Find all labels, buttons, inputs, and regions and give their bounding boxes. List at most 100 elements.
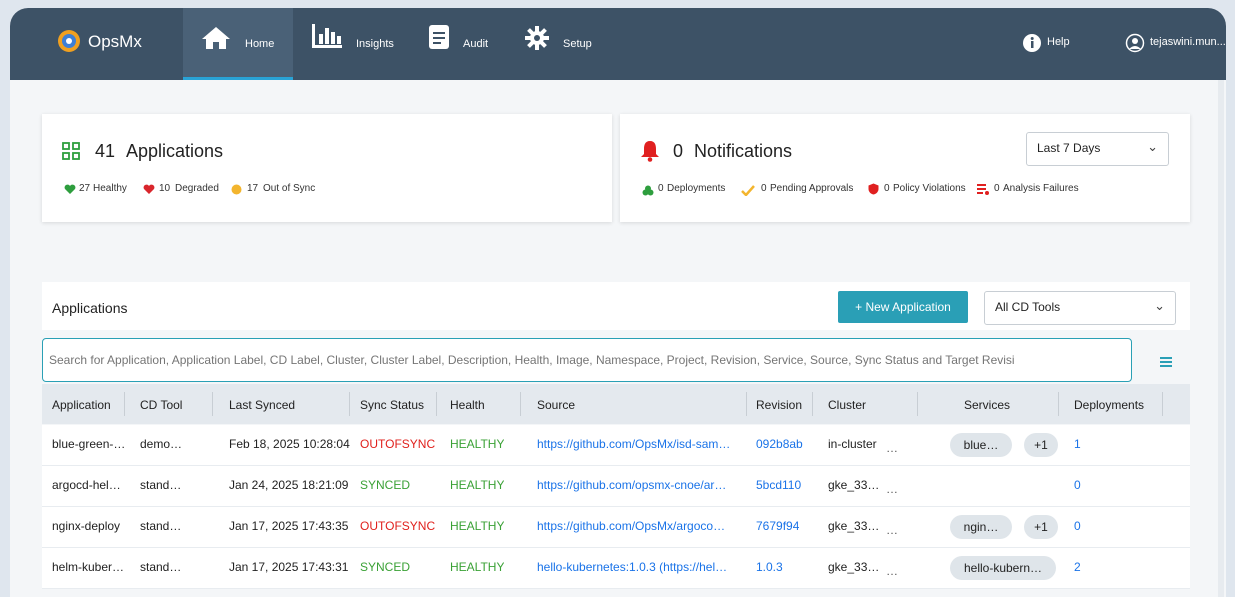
chevron-down-icon: ⌄ (1147, 139, 1158, 154)
date-range-select[interactable]: Last 7 Days ⌄ (1026, 132, 1169, 166)
tab-setup[interactable]: Setup (525, 8, 610, 80)
cluster-more[interactable]: … (886, 523, 898, 537)
table-row[interactable]: nginx-deploy stand… Jan 17, 2025 17:43:3… (42, 507, 1190, 548)
column-divider[interactable] (124, 392, 125, 416)
tab-insights[interactable]: Insights (310, 8, 405, 80)
revision-link[interactable]: 5bcd110 (756, 478, 801, 492)
column-divider[interactable] (1058, 392, 1059, 416)
column-header-source[interactable]: Source (537, 398, 575, 412)
source-link[interactable]: https://github.com/OpsMx/argoco… (537, 519, 725, 533)
deployments-link[interactable]: 2 (1074, 560, 1081, 574)
cluster-cell: gke_33… (828, 519, 880, 533)
deployments-link[interactable]: 0 (1074, 519, 1081, 533)
column-header-cluster[interactable]: Cluster (828, 398, 866, 412)
bar-chart-icon (312, 24, 342, 53)
applications-section-header: Applications + New Application All CD To… (42, 282, 1190, 330)
sync-status-cell: SYNCED (360, 560, 411, 574)
applications-count: 41 (95, 141, 116, 161)
cluster-more[interactable]: … (886, 564, 898, 578)
health-cell: HEALTHY (450, 437, 505, 451)
main-content: 41 Applications 27 Healthy 10 Degraded 1… (10, 80, 1226, 597)
notifications-title: Notifications (694, 141, 793, 161)
policy-violations-count: 0 (884, 183, 890, 194)
new-application-button[interactable]: + New Application (838, 291, 968, 323)
service-more-chip[interactable]: +1 (1024, 433, 1058, 457)
tab-home[interactable]: Home (183, 8, 293, 80)
column-header-cd-tool[interactable]: CD Tool (140, 398, 182, 412)
source-link[interactable]: hello-kubernetes:1.0.3 (https://hel… (537, 560, 727, 574)
column-divider[interactable] (349, 392, 350, 416)
table-row[interactable]: blue-green-… demo… Feb 18, 2025 10:28:04… (42, 425, 1190, 466)
user-avatar-icon (1125, 33, 1145, 58)
sync-status-cell: SYNCED (360, 478, 411, 492)
application-cell[interactable]: nginx-deploy (52, 519, 120, 533)
column-divider[interactable] (917, 392, 918, 416)
column-divider[interactable] (812, 392, 813, 416)
revision-link[interactable]: 092b8ab (756, 437, 803, 451)
healthy-count: 27 (79, 183, 91, 194)
cd-tool-cell: stand… (140, 560, 182, 574)
last-synced-cell: Jan 17, 2025 17:43:31 (229, 560, 349, 574)
last-synced-cell: Jan 17, 2025 17:43:35 (229, 519, 349, 533)
info-icon (1022, 33, 1042, 58)
user-name: tejaswini.mun... (1150, 36, 1226, 48)
column-divider[interactable] (212, 392, 213, 416)
help-link[interactable]: Help (1022, 32, 1082, 54)
column-divider[interactable] (436, 392, 437, 416)
search-input[interactable] (42, 338, 1132, 382)
cluster-cell: gke_33… (828, 560, 880, 574)
analysis-failures-icon (977, 182, 989, 200)
column-menu-icon[interactable] (1160, 354, 1172, 372)
cd-tool-cell: demo… (140, 437, 183, 451)
brand-name[interactable]: OpsMx (88, 32, 142, 52)
deployments-link[interactable]: 1 (1074, 437, 1081, 451)
cluster-cell: gke_33… (828, 478, 880, 492)
opsmx-logo-icon[interactable] (54, 26, 84, 56)
application-cell[interactable]: helm-kuber… (52, 560, 124, 574)
deployments-label: Deployments (667, 183, 726, 194)
column-header-application[interactable]: Application (52, 398, 111, 412)
tab-audit[interactable]: Audit (428, 8, 508, 80)
service-more-chip[interactable]: +1 (1024, 515, 1058, 539)
health-cell: HEALTHY (450, 560, 505, 574)
column-header-last-synced[interactable]: Last Synced (229, 398, 295, 412)
column-divider[interactable] (746, 392, 747, 416)
column-header-health[interactable]: Health (450, 398, 485, 412)
application-cell[interactable]: argocd-hel… (52, 478, 121, 492)
deployments-link[interactable]: 0 (1074, 478, 1081, 492)
column-divider[interactable] (1162, 392, 1163, 416)
revision-link[interactable]: 7679f94 (756, 519, 799, 533)
revision-link[interactable]: 1.0.3 (756, 560, 783, 574)
table-row[interactable]: argocd-hel… stand… Jan 24, 2025 18:21:09… (42, 466, 1190, 507)
table-row[interactable]: helm-kuber… stand… Jan 17, 2025 17:43:31… (42, 548, 1190, 589)
service-chip[interactable]: hello-kubern… (950, 556, 1056, 580)
home-icon (201, 26, 231, 55)
cd-tool-cell: stand… (140, 519, 182, 533)
top-navbar: OpsMx Home Insights Audit Setup Help tej… (10, 8, 1226, 80)
scrollbar-track[interactable] (1218, 80, 1224, 597)
health-cell: HEALTHY (450, 519, 505, 533)
cluster-more[interactable]: … (886, 482, 898, 496)
section-title: Applications (52, 300, 128, 316)
cd-tool-cell: stand… (140, 478, 182, 492)
application-cell[interactable]: blue-green-… (52, 437, 125, 451)
source-link[interactable]: https://github.com/opsmx-cnoe/ar… (537, 478, 726, 492)
service-chip[interactable]: ngin… (950, 515, 1012, 539)
cd-tools-value: All CD Tools (995, 300, 1061, 314)
column-divider[interactable] (520, 392, 521, 416)
source-link[interactable]: https://github.com/OpsMx/isd-sam… (537, 437, 730, 451)
column-header-services[interactable]: Services (964, 398, 1010, 412)
column-header-deployments[interactable]: Deployments (1074, 398, 1144, 412)
deployments-icon (642, 183, 654, 201)
last-synced-cell: Feb 18, 2025 10:28:04 (229, 437, 350, 451)
cd-tools-select[interactable]: All CD Tools ⌄ (984, 291, 1176, 325)
sync-status-cell: OUTOFSYNC (360, 519, 436, 533)
notifications-summary-card: 0 Notifications Last 7 Days ⌄ 0 Deployme… (620, 114, 1190, 222)
column-header-revision[interactable]: Revision (756, 398, 802, 412)
document-icon (428, 24, 450, 55)
column-header-sync-status[interactable]: Sync Status (360, 398, 424, 412)
cluster-more[interactable]: … (886, 441, 898, 455)
out-of-sync-count: 17 (247, 183, 259, 194)
user-menu[interactable]: tejaswini.mun... (1125, 32, 1226, 54)
service-chip[interactable]: blue… (950, 433, 1012, 457)
